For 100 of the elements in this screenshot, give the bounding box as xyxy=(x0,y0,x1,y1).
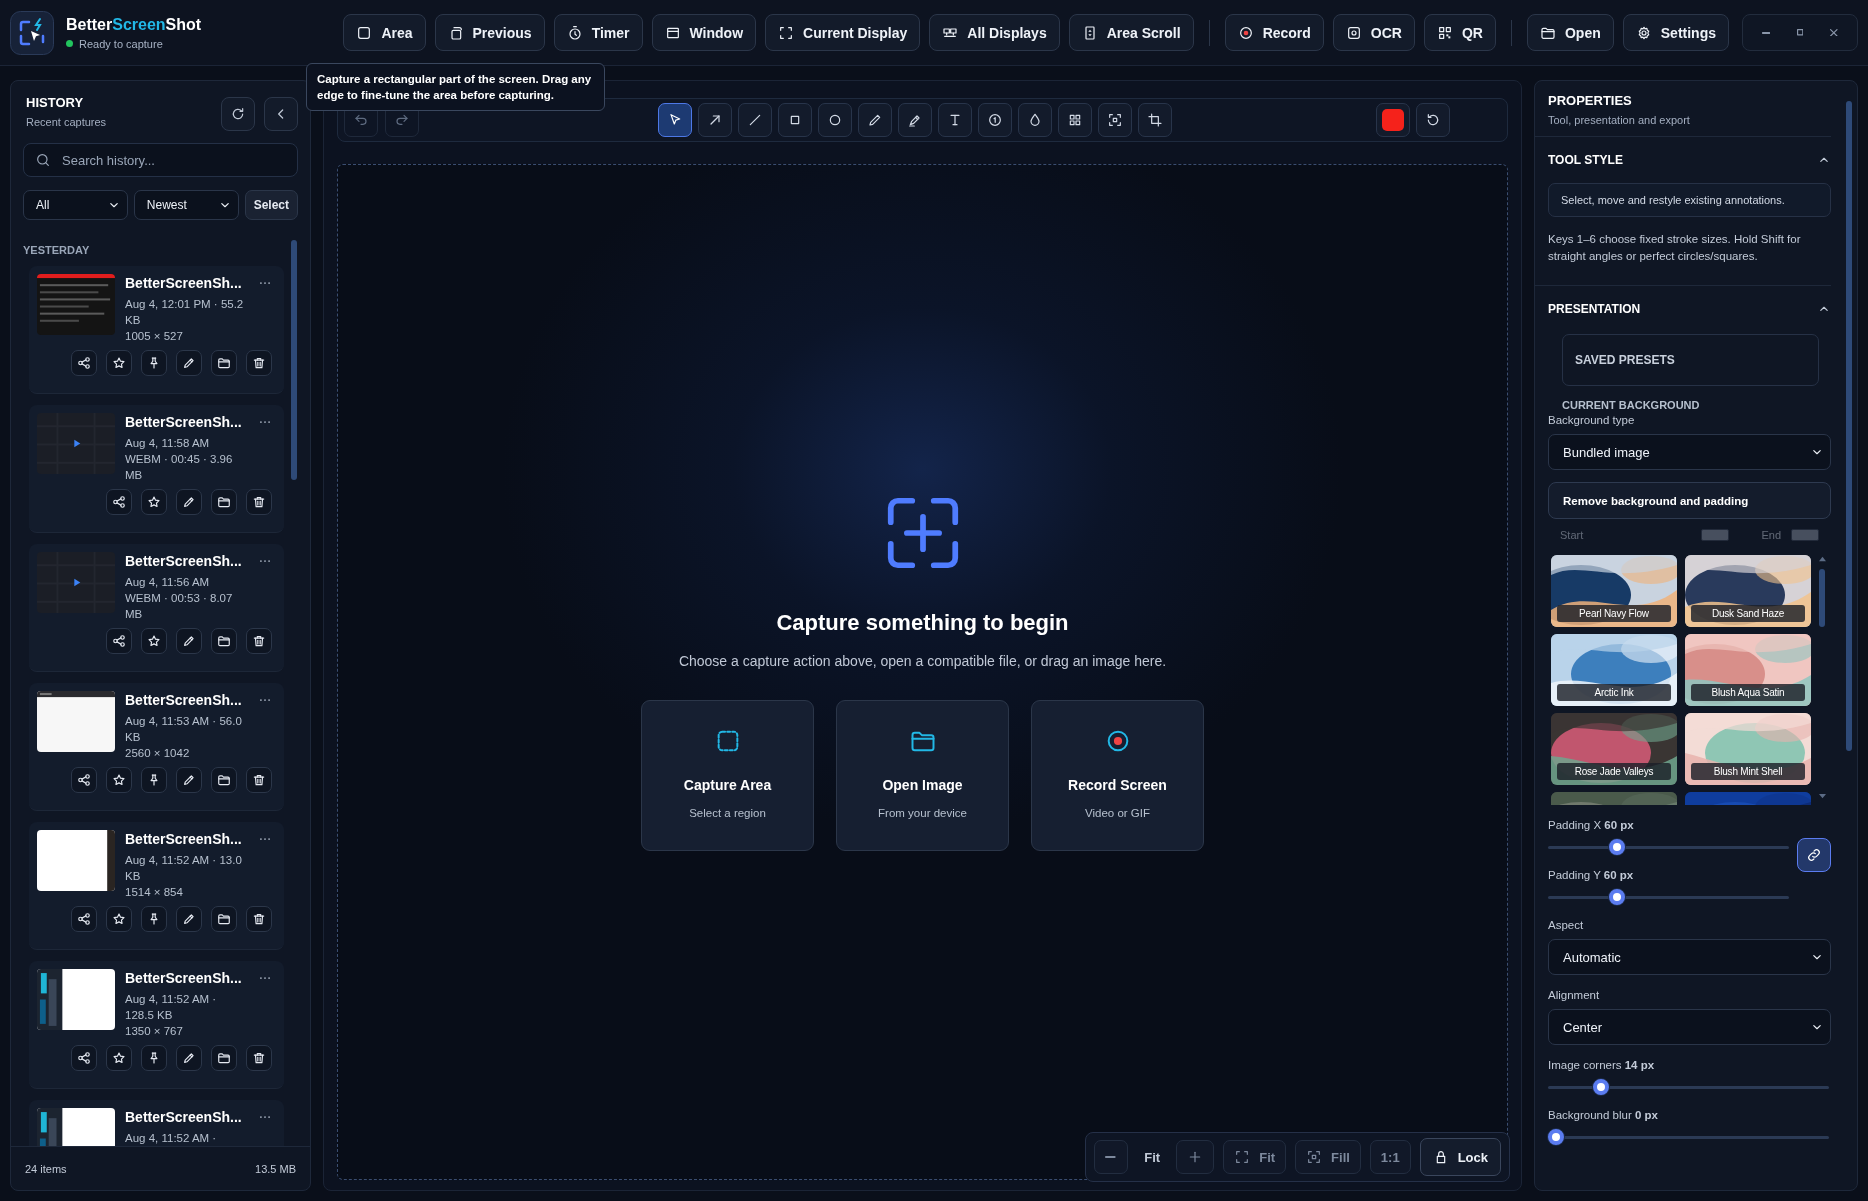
toolbar-button[interactable]: Timer xyxy=(553,14,643,51)
star-button[interactable] xyxy=(106,906,132,932)
select-button[interactable]: Select xyxy=(244,190,298,220)
trash-icon xyxy=(252,495,266,509)
history-item[interactable]: BetterScreenSh... Aug 4, 11:56 AM WEBM · 00:53 · 8.07 MB xyxy=(29,544,284,672)
toolbar-button[interactable]: QR xyxy=(1424,14,1496,51)
pin-button[interactable] xyxy=(141,350,167,376)
scrollbar[interactable] xyxy=(1817,555,1827,800)
edit-button[interactable] xyxy=(176,1045,202,1071)
history-item[interactable]: BetterScreenSh... Aug 4, 11:52 AM · 128.5 KB 1350 × 767 xyxy=(29,961,284,1089)
sort-dropdown[interactable]: Newest xyxy=(133,190,239,220)
star-button[interactable] xyxy=(106,767,132,793)
delete-button[interactable] xyxy=(246,1045,272,1071)
tool-button[interactable] xyxy=(1098,103,1132,137)
star-button[interactable] xyxy=(106,1045,132,1071)
aspect-dropdown[interactable]: Automatic xyxy=(1548,939,1831,975)
lock-button[interactable]: Lock xyxy=(1419,1138,1501,1176)
toolbar-button[interactable]: Window xyxy=(651,14,757,51)
toolbar-button[interactable]: Current Display xyxy=(765,14,921,51)
star-button[interactable] xyxy=(106,350,132,376)
folder-button[interactable] xyxy=(211,350,237,376)
link-button[interactable] xyxy=(1797,838,1831,872)
tool-button[interactable] xyxy=(898,103,932,137)
tool-button[interactable] xyxy=(1058,103,1092,137)
reset-button[interactable] xyxy=(1416,103,1450,137)
filter-dropdown[interactable]: All xyxy=(23,190,128,220)
folder-button[interactable] xyxy=(211,628,237,654)
saved-presets-card[interactable]: SAVED PRESETS xyxy=(1562,334,1819,386)
folder-button[interactable] xyxy=(211,767,237,793)
toolbar-button[interactable]: OCR xyxy=(1332,14,1415,51)
history-item[interactable]: BetterScreenSh... Aug 4, 11:53 AM · 56.0 KB 2560 × 1042 xyxy=(29,683,284,811)
folder-button[interactable] xyxy=(211,906,237,932)
share-icon xyxy=(77,1051,91,1065)
delete-button[interactable] xyxy=(246,767,272,793)
delete-button[interactable] xyxy=(246,489,272,515)
slider[interactable] xyxy=(1548,889,1789,905)
share-button[interactable] xyxy=(71,1045,97,1071)
field-label: Padding X 60 px xyxy=(1548,819,1635,831)
color-button[interactable] xyxy=(1376,103,1410,137)
folder-icon xyxy=(217,634,231,648)
history-item[interactable]: BetterScreenSh... Aug 4, 11:58 AM WEBM · 00:45 · 3.96 MB xyxy=(29,405,284,533)
edit-button[interactable] xyxy=(176,489,202,515)
toolbar-button[interactable]: Area Scroll xyxy=(1068,14,1194,51)
action-card[interactable]: Capture Area Select a region xyxy=(641,700,814,851)
edit-button[interactable] xyxy=(176,906,202,932)
toolbar-button[interactable]: Settings xyxy=(1622,14,1729,51)
slider-thumb[interactable] xyxy=(1608,839,1625,855)
toolbar-button[interactable]: All Displays xyxy=(929,14,1060,51)
share-button[interactable] xyxy=(71,906,97,932)
pin-button[interactable] xyxy=(141,1045,167,1071)
toolbar-button[interactable]: Area xyxy=(343,14,426,51)
toolbar-button[interactable]: Open xyxy=(1527,14,1614,51)
slider[interactable] xyxy=(1548,1129,1829,1145)
subsection-title: CURRENT BACKGROUND xyxy=(1562,399,1701,411)
slider-thumb[interactable] xyxy=(1548,1129,1564,1145)
history-item[interactable]: BetterScreenSh... Aug 4, 12:01 PM · 55.2 KB 1005 × 527 xyxy=(29,266,284,394)
delete-button[interactable] xyxy=(246,350,272,376)
tool-button[interactable] xyxy=(818,103,852,137)
edit-button[interactable] xyxy=(176,628,202,654)
background-type-dropdown[interactable]: Bundled image xyxy=(1548,434,1831,470)
empty-title: Capture something to begin xyxy=(776,610,1069,636)
folder-button[interactable] xyxy=(211,1045,237,1071)
share-button[interactable] xyxy=(71,767,97,793)
card-subtitle: From your device xyxy=(878,807,967,819)
slider[interactable] xyxy=(1548,839,1789,855)
action-card[interactable]: Record Screen Video or GIF xyxy=(1031,700,1204,851)
remove-background-button[interactable]: Remove background and padding xyxy=(1548,482,1831,519)
background-label: Dusk Sand Haze xyxy=(1691,605,1805,622)
action-card[interactable]: Open Image From your device xyxy=(836,700,1009,851)
history-item[interactable]: BetterScreenSh... Aug 4, 11:52 AM · 13.0 KB 1514 × 854 xyxy=(29,822,284,950)
pin-button[interactable] xyxy=(141,906,167,932)
alignment-dropdown[interactable]: Center xyxy=(1548,1009,1831,1045)
share-button[interactable] xyxy=(106,489,132,515)
star-button[interactable] xyxy=(141,489,167,515)
share-button[interactable] xyxy=(71,350,97,376)
slider-thumb[interactable] xyxy=(1608,889,1625,905)
cursor-icon xyxy=(667,112,683,128)
tool-button[interactable] xyxy=(938,103,972,137)
toolbar-button[interactable]: Record xyxy=(1224,14,1324,51)
share-button[interactable] xyxy=(106,628,132,654)
search-field[interactable]: Search history... xyxy=(23,143,298,177)
tool-button[interactable] xyxy=(1018,103,1052,137)
folder-button[interactable] xyxy=(211,489,237,515)
star-button[interactable] xyxy=(141,628,167,654)
record-icon xyxy=(1237,24,1254,41)
edit-button[interactable] xyxy=(176,767,202,793)
toolbar-button[interactable]: Previous xyxy=(434,14,545,51)
qr-code-icon xyxy=(1437,24,1453,41)
delete-button[interactable] xyxy=(246,906,272,932)
delete-button[interactable] xyxy=(246,628,272,654)
pin-button[interactable] xyxy=(141,767,167,793)
slider-thumb[interactable] xyxy=(1593,1079,1610,1095)
refresh-button[interactable] xyxy=(221,97,255,131)
tool-button[interactable] xyxy=(778,103,812,137)
history-item[interactable]: BetterScreenSh... Aug 4, 11:52 AM · xyxy=(29,1100,284,1146)
tool-button[interactable] xyxy=(978,103,1012,137)
tool-button[interactable] xyxy=(1138,103,1172,137)
slider[interactable] xyxy=(1548,1079,1829,1095)
edit-button[interactable] xyxy=(176,350,202,376)
tool-button[interactable] xyxy=(658,103,692,137)
